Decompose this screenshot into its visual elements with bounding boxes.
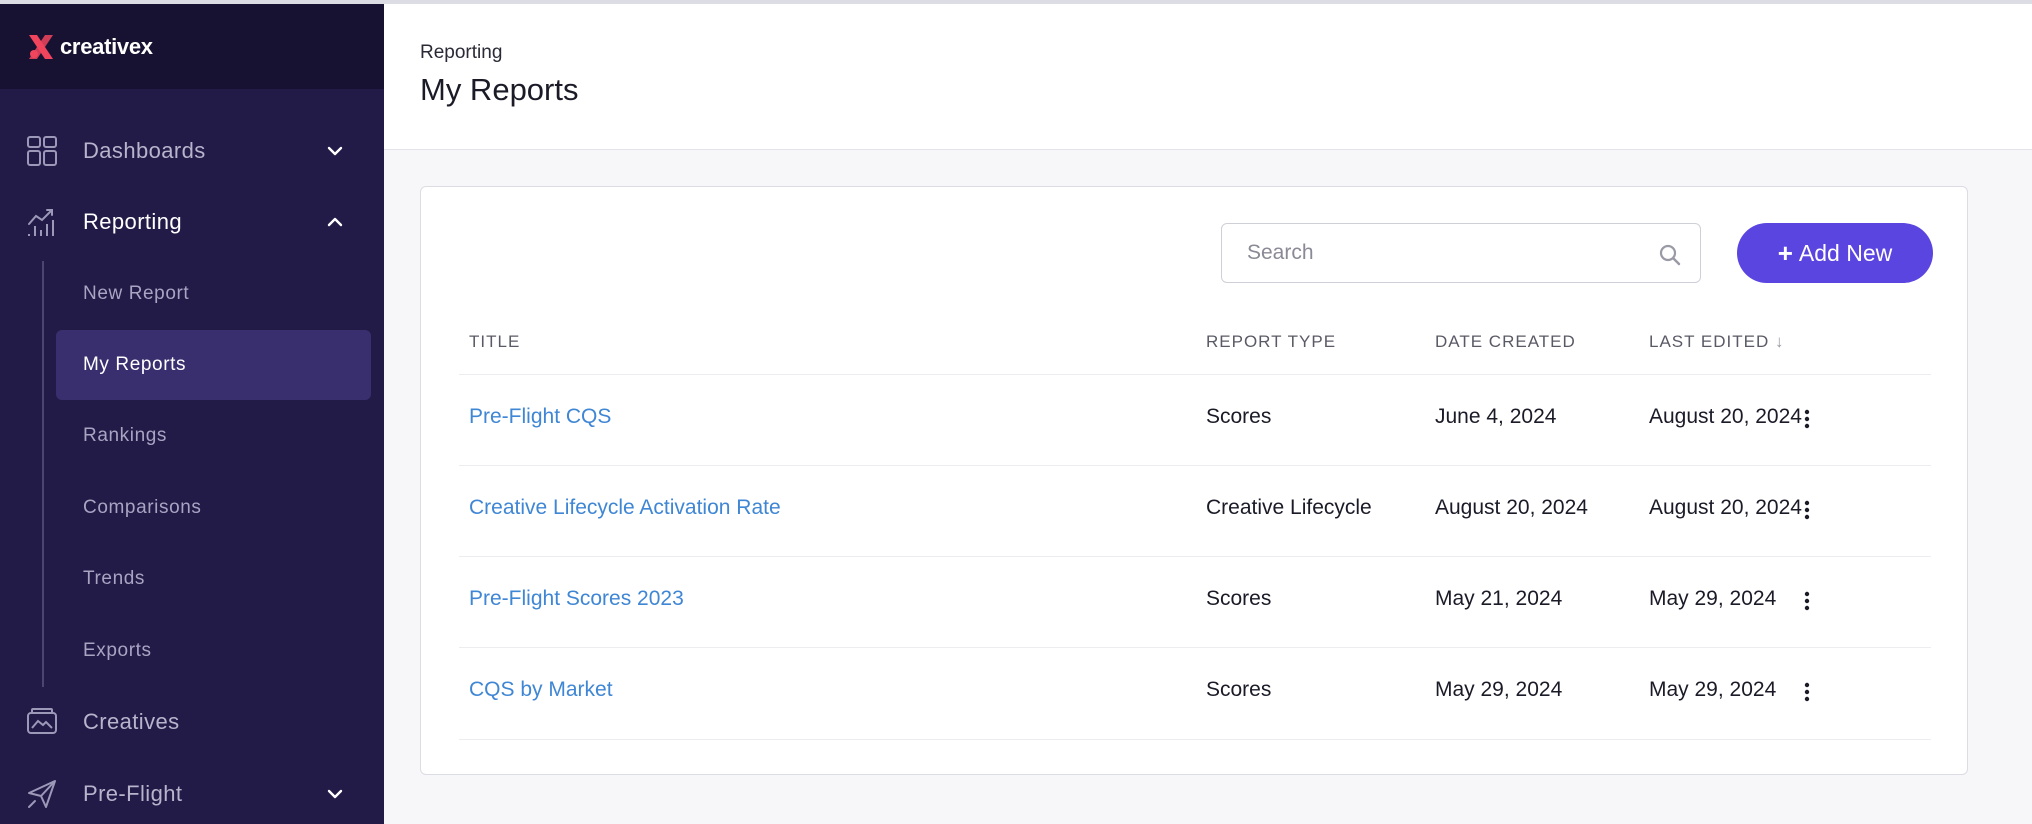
sidebar-subitem-comparisons[interactable]: Comparisons <box>56 473 371 543</box>
table-row: Pre-Flight Scores 2023 Scores May 21, 20… <box>459 556 1931 647</box>
sidebar-item-dashboards[interactable]: Dashboards <box>0 121 384 181</box>
subitem-label: Rankings <box>83 425 168 446</box>
chevron-down-icon[interactable] <box>325 141 345 161</box>
sort-arrow-icon: ↓ <box>1775 332 1785 351</box>
date-created: June 4, 2024 <box>1435 405 1557 428</box>
report-title-link[interactable]: Pre-Flight CQS <box>469 405 611 429</box>
report-type: Scores <box>1206 678 1272 701</box>
report-type: Scores <box>1206 405 1272 428</box>
table-bottom-divider <box>459 739 1931 740</box>
subitem-label: Comparisons <box>83 497 202 518</box>
breadcrumb[interactable]: Reporting <box>420 42 502 64</box>
column-header-label: LAST EDITED <box>1649 332 1770 351</box>
search-icon[interactable] <box>1658 243 1682 267</box>
last-edited: August 20, 2024 <box>1649 496 1802 519</box>
table-row: Pre-Flight CQS Scores June 4, 2024 Augus… <box>459 374 1931 465</box>
date-created: May 21, 2024 <box>1435 587 1563 610</box>
more-options-icon[interactable] <box>1804 682 1810 702</box>
search-input[interactable] <box>1222 224 1652 282</box>
chevron-up-icon[interactable] <box>325 212 345 232</box>
report-type: Scores <box>1206 587 1272 610</box>
page-header: Reporting My Reports <box>384 0 2032 150</box>
sidebar-subitem-my-reports[interactable]: My Reports <box>56 330 371 400</box>
brand-name: creativex <box>60 33 153 59</box>
sidebar-subitem-trends[interactable]: Trends <box>56 544 371 614</box>
table-row: CQS by Market Scores May 29, 2024 May 29… <box>459 647 1931 738</box>
date-created: August 20, 2024 <box>1435 496 1588 519</box>
sidebar-subitem-new-report[interactable]: New Report <box>56 259 371 329</box>
date-created: May 29, 2024 <box>1435 678 1563 701</box>
paper-plane-icon <box>28 780 56 808</box>
report-title-link[interactable]: Creative Lifecycle Activation Rate <box>469 496 781 520</box>
more-options-icon[interactable] <box>1804 591 1810 611</box>
page-title: My Reports <box>420 72 579 107</box>
add-new-button[interactable]: + Add New <box>1737 223 1933 283</box>
sidebar-item-label: Reporting <box>83 209 182 234</box>
column-header-title[interactable]: TITLE <box>469 332 520 352</box>
subitem-label: My Reports <box>83 354 187 375</box>
last-edited: May 29, 2024 <box>1649 678 1777 701</box>
sidebar-item-pre-flight[interactable]: Pre-Flight <box>0 764 384 824</box>
search-box[interactable] <box>1221 223 1701 283</box>
last-edited: May 29, 2024 <box>1649 587 1777 610</box>
sidebar-subitem-exports[interactable]: Exports <box>56 616 371 686</box>
report-type: Creative Lifecycle <box>1206 496 1372 519</box>
add-new-label: Add New <box>1798 239 1893 266</box>
brand-logo[interactable]: creativex <box>0 4 384 89</box>
sidebar-item-creatives[interactable]: Creatives <box>0 692 384 752</box>
sidebar-item-label: Creatives <box>83 709 180 734</box>
more-options-icon[interactable] <box>1804 409 1810 429</box>
report-title-link[interactable]: CQS by Market <box>469 678 613 702</box>
sidebar-item-label: Pre-Flight <box>83 781 183 806</box>
chart-line-icon <box>28 209 54 236</box>
subitem-label: Trends <box>83 568 146 589</box>
sidebar-item-label: Dashboards <box>83 138 206 163</box>
dashboard-grid-icon <box>27 136 57 166</box>
plus-icon: + <box>1777 237 1793 268</box>
submenu-guide-line <box>42 261 44 687</box>
reports-card: + Add New TITLE REPORT TYPE DATE CREATED… <box>420 186 1968 775</box>
column-header-date-created[interactable]: DATE CREATED <box>1435 332 1576 352</box>
sidebar-subitem-rankings[interactable]: Rankings <box>56 401 371 471</box>
creatives-icon <box>27 708 57 734</box>
column-header-last-edited[interactable]: LAST EDITED ↓ <box>1649 332 1785 352</box>
chevron-down-icon[interactable] <box>325 784 345 804</box>
subitem-label: New Report <box>83 283 190 304</box>
more-options-icon[interactable] <box>1804 500 1810 520</box>
sidebar-item-reporting[interactable]: Reporting <box>0 192 384 252</box>
last-edited: August 20, 2024 <box>1649 405 1802 428</box>
column-header-report-type[interactable]: REPORT TYPE <box>1206 332 1336 352</box>
sidebar: creativex Dashboards Reporting New Repor… <box>0 0 384 824</box>
creativex-logo-icon <box>29 34 53 59</box>
subitem-label: Exports <box>83 640 152 661</box>
table-row: Creative Lifecycle Activation Rate Creat… <box>459 465 1931 556</box>
report-title-link[interactable]: Pre-Flight Scores 2023 <box>469 587 684 611</box>
